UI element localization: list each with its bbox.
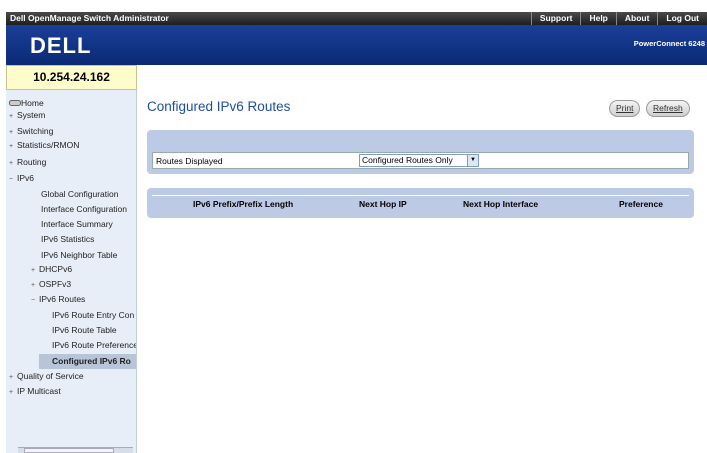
routes-displayed-select[interactable]: Configured Routes Only ▼ xyxy=(359,154,479,167)
sidebar-item-label: Routing xyxy=(17,157,47,167)
routes-displayed-value: Configured Routes Only xyxy=(362,155,453,165)
sidebar-item-label: IPv6 Route Preference xyxy=(52,340,137,350)
sidebar-item-ipv6-statistics[interactable]: IPv6 Statistics xyxy=(41,232,136,247)
sidebar-item-ospfv3[interactable]: + OSPFv3 xyxy=(31,277,136,292)
sidebar-item-switching[interactable]: + Switching xyxy=(9,124,136,139)
sidebar-item-label: IPv6 Neighbor Table xyxy=(41,250,118,260)
sidebar-item-global-configuration[interactable]: Global Configuration xyxy=(41,187,136,202)
expand-icon[interactable]: + xyxy=(31,278,39,292)
routes-table-header: IPv6 Prefix/Prefix Length Next Hop IP Ne… xyxy=(147,188,694,218)
sidebar-item-label: Home xyxy=(21,98,44,108)
column-header-preference: Preference xyxy=(619,199,663,209)
expand-icon[interactable]: + xyxy=(31,263,39,277)
sidebar-item-label: Quality of Service xyxy=(17,371,84,381)
column-header-next-hop-ip: Next Hop IP xyxy=(359,199,407,209)
column-header-prefix: IPv6 Prefix/Prefix Length xyxy=(193,199,294,209)
sidebar-item-label: IPv6 xyxy=(17,173,35,183)
support-link[interactable]: Support xyxy=(530,12,581,25)
sidebar-item-label: IPv6 Route Table xyxy=(52,325,117,335)
sidebar-item-label: Configured IPv6 Ro xyxy=(52,356,131,366)
sidebar-item-label: Interface Configuration xyxy=(41,204,127,214)
help-link[interactable]: Help xyxy=(580,12,615,25)
sidebar-item-ipv6-neighbor-table[interactable]: IPv6 Neighbor Table xyxy=(41,248,136,263)
sidebar-item-system[interactable]: + System xyxy=(9,108,136,123)
sidebar-item-label: IPv6 Route Entry Con xyxy=(52,310,135,320)
expand-icon[interactable]: + xyxy=(9,125,17,139)
sidebar-item-label: Global Configuration xyxy=(41,189,119,199)
dell-logo: DELL xyxy=(30,34,91,56)
sidebar-item-interface-configuration[interactable]: Interface Configuration xyxy=(41,202,136,217)
header-banner: DELL PowerConnect 6248 xyxy=(6,25,707,65)
sidebar-item-label: OSPFv3 xyxy=(39,279,72,289)
chevron-down-icon[interactable]: ▼ xyxy=(467,155,478,166)
app-title: Dell OpenManage Switch Administrator xyxy=(10,13,169,23)
routes-filter-row: Routes Displayed Configured Routes Only … xyxy=(152,152,689,169)
sidebar-item-label: DHCPv6 xyxy=(39,264,73,274)
sidebar-item-label: System xyxy=(17,110,46,120)
sidebar-item-label: IPv6 Statistics xyxy=(41,234,95,244)
sidebar-item-label: Interface Summary xyxy=(41,219,113,229)
collapse-icon[interactable]: − xyxy=(31,293,39,307)
device-ip: 10.254.24.162 xyxy=(6,65,137,90)
sidebar-item-dhcpv6[interactable]: + DHCPv6 xyxy=(31,262,136,277)
routes-filter-panel: Routes Displayed Configured Routes Only … xyxy=(147,130,694,174)
scrollbar-thumb[interactable] xyxy=(24,448,114,453)
column-header-next-hop-interface: Next Hop Interface xyxy=(463,199,539,209)
sidebar-item-ip-multicast[interactable]: + IP Multicast xyxy=(9,384,136,399)
top-menu: Support Help About Log Out xyxy=(530,12,707,25)
sidebar-item-route-table[interactable]: IPv6 Route Table xyxy=(52,323,136,338)
sidebar-nav: Home + System + Switching + Statistics/RMON… xyxy=(6,90,137,453)
sidebar-item-label: IP Multicast xyxy=(17,386,61,396)
sidebar-item-configured-ipv6-routes[interactable]: Configured IPv6 Ro xyxy=(39,354,136,369)
about-link[interactable]: About xyxy=(615,12,658,25)
home-icon xyxy=(9,100,21,106)
routes-table-header-row: IPv6 Prefix/Prefix Length Next Hop IP Ne… xyxy=(152,195,689,212)
sidebar-item-label: Switching xyxy=(17,126,54,136)
sidebar-item-statistics[interactable]: + Statistics/RMON xyxy=(9,138,136,153)
sidebar-item-route-entry-config[interactable]: IPv6 Route Entry Con xyxy=(52,308,136,323)
sidebar-horizontal-scrollbar[interactable] xyxy=(18,447,133,453)
logout-link[interactable]: Log Out xyxy=(657,12,707,25)
expand-icon[interactable]: + xyxy=(9,385,17,399)
sidebar-item-label: IPv6 Routes xyxy=(39,294,86,304)
refresh-button[interactable]: Refresh xyxy=(646,100,690,117)
sidebar-item-interface-summary[interactable]: Interface Summary xyxy=(41,217,136,232)
sidebar-item-ipv6[interactable]: − IPv6 xyxy=(9,171,136,186)
sidebar-item-route-preference[interactable]: IPv6 Route Preference xyxy=(52,338,137,353)
routes-displayed-label: Routes Displayed xyxy=(156,156,223,166)
page-title: Configured IPv6 Routes xyxy=(147,99,291,114)
collapse-icon[interactable]: − xyxy=(9,172,17,186)
print-button[interactable]: Print xyxy=(609,100,641,117)
sidebar-item-routing[interactable]: + Routing xyxy=(9,155,136,170)
sidebar-item-label: Statistics/RMON xyxy=(17,140,80,150)
dell-logo-text: DELL xyxy=(30,34,91,56)
expand-icon[interactable]: + xyxy=(9,156,17,170)
expand-icon[interactable]: + xyxy=(9,370,17,384)
expand-icon[interactable]: + xyxy=(9,109,17,123)
product-name: PowerConnect 6248 xyxy=(633,39,705,48)
top-bar: Dell OpenManage Switch Administrator Sup… xyxy=(6,12,707,25)
sidebar-item-ipv6-routes[interactable]: − IPv6 Routes xyxy=(31,292,136,307)
sidebar-item-quality-of-service[interactable]: + Quality of Service xyxy=(9,369,136,384)
expand-icon[interactable]: + xyxy=(9,139,17,153)
